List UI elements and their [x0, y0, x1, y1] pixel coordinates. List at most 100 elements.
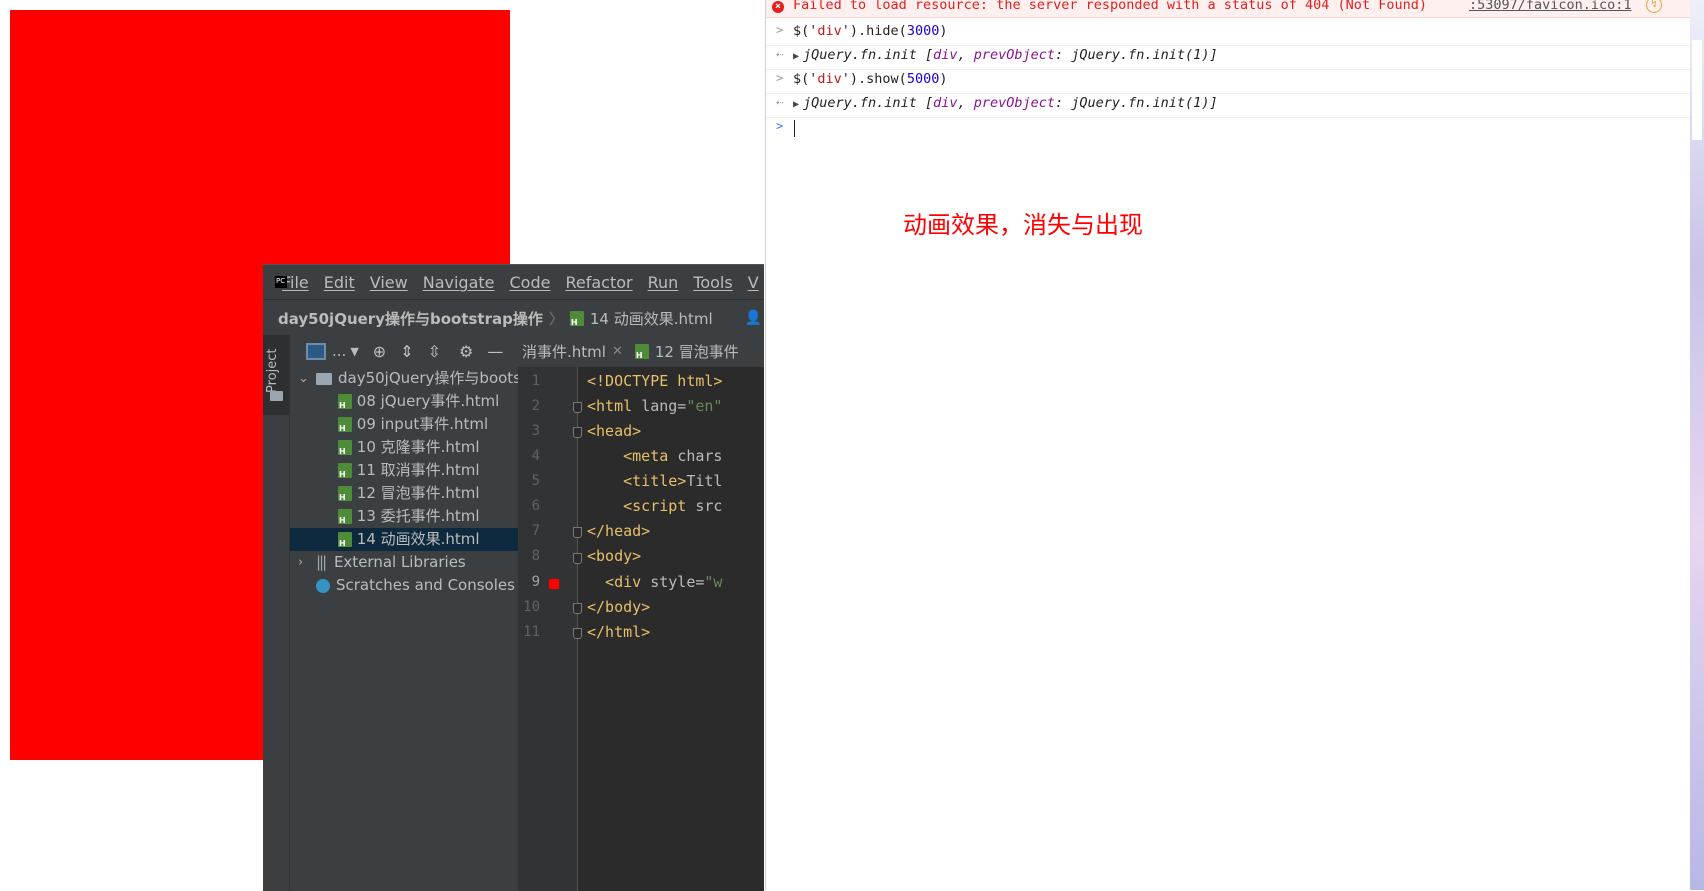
collapse-all-icon[interactable]: ⇳	[428, 342, 441, 361]
code-tag: <title>	[587, 472, 687, 490]
tree-file-label: 10 克隆事件.html	[356, 438, 480, 456]
breadcrumb-project[interactable]: day50jQuery操作与bootstrap操作	[278, 308, 543, 329]
breadcrumb-file[interactable]: 14 动画效果.html	[590, 308, 713, 329]
chevron-right-icon[interactable]: ›	[298, 551, 303, 574]
code-tag: <head>	[587, 422, 642, 440]
line-number: 8	[531, 548, 540, 564]
cmd-part: $('	[793, 71, 818, 87]
menu-run[interactable]: Run	[648, 273, 679, 292]
user-icon[interactable]: 👤	[745, 310, 762, 326]
console-result-row: ⇠ ▶ jQuery.fn.init [div, prevObject: jQue…	[766, 93, 1701, 118]
breadcrumb: day50jQuery操作与bootstrap操作 〉 14 动画效果.html…	[263, 299, 764, 337]
code-tag: <meta	[587, 447, 678, 465]
code-line: <script src	[587, 497, 722, 515]
expand-triangle-icon[interactable]: ▶	[793, 99, 799, 110]
html-file-icon	[338, 394, 352, 410]
project-view-icon[interactable]	[306, 342, 326, 360]
editor-tabs: 消事件.html ✕ 12 冒泡事件	[518, 335, 764, 367]
console-result-row: ⇠ ▶ jQuery.fn.init [div, prevObject: jQue…	[766, 45, 1701, 70]
console-result[interactable]: ▶ jQuery.fn.init [div, prevObject: jQuery…	[793, 95, 1218, 111]
code-line: <meta chars	[587, 447, 722, 465]
issue-badge-icon[interactable]: ↯	[1646, 0, 1662, 13]
tree-root-label: day50jQuery操作与bootstr	[338, 369, 518, 387]
line-number: 6	[531, 498, 540, 514]
tree-file-label: 12 冒泡事件.html	[356, 484, 480, 502]
tree-external-libraries[interactable]: › ||| External Libraries	[290, 551, 518, 574]
code-editor[interactable]: <!DOCTYPE html> <html lang="en" <head> <…	[578, 367, 764, 891]
external-libraries-label: External Libraries	[333, 553, 466, 571]
tree-file[interactable]: 12 冒泡事件.html	[290, 482, 518, 505]
expand-triangle-icon[interactable]: ▶	[793, 51, 799, 62]
code-tag: <body>	[587, 547, 642, 565]
code-line: <!DOCTYPE html>	[587, 372, 722, 390]
gear-icon[interactable]: ⚙	[459, 342, 473, 361]
folder-icon	[270, 391, 283, 401]
breadcrumb-separator-icon: 〉	[548, 309, 564, 328]
chevron-right-icon: >	[776, 23, 784, 37]
view-dropdown[interactable]: ...	[332, 342, 346, 360]
error-icon: ×	[772, 1, 784, 13]
code-tag: <html	[587, 397, 642, 415]
tree-file[interactable]: 10 克隆事件.html	[290, 436, 518, 459]
locate-icon[interactable]: ⊕	[373, 342, 386, 361]
cmd-part: )	[939, 23, 948, 39]
devtools-console: × Failed to load resource: the server re…	[765, 0, 1701, 890]
html-file-icon	[634, 343, 649, 360]
console-error-row: × Failed to load resource: the server re…	[766, 0, 1701, 18]
tab-11[interactable]: 消事件.html	[522, 341, 606, 362]
html-file-icon	[338, 440, 352, 456]
code-text: Titl	[686, 472, 723, 490]
tree-file-selected[interactable]: 14 动画效果.html	[290, 528, 518, 551]
result-part: ,	[957, 95, 974, 111]
cmd-part: ').show(	[841, 71, 907, 87]
chevron-down-icon[interactable]: ⌄	[298, 367, 309, 390]
tree-file[interactable]: 13 委托事件.html	[290, 505, 518, 528]
error-message: Failed to load resource: the server resp…	[793, 0, 1427, 13]
project-panel: ... ▼ ⊕ ⇕ ⇳ ⚙ — ⌄ day50jQuery操作与bootstr …	[290, 335, 518, 891]
desktop-background-edge	[1690, 0, 1704, 890]
menu-view[interactable]: View	[370, 273, 408, 292]
return-arrow-icon: ⇠	[776, 47, 784, 61]
tree-file[interactable]: 09 input事件.html	[290, 413, 518, 436]
tree-file[interactable]: 11 取消事件.html	[290, 459, 518, 482]
html-file-icon	[338, 463, 352, 479]
tab-12[interactable]: 12 冒泡事件	[655, 341, 739, 362]
console-result[interactable]: ▶ jQuery.fn.init [div, prevObject: jQuery…	[793, 47, 1218, 63]
menu-refactor[interactable]: Refactor	[565, 273, 632, 292]
tree-root-folder[interactable]: ⌄ day50jQuery操作与bootstr	[290, 367, 518, 390]
tree-file[interactable]: 08 jQuery事件.html	[290, 390, 518, 413]
line-number: 5	[531, 473, 540, 489]
project-tab-label: Project	[265, 348, 280, 393]
close-icon[interactable]: ✕	[612, 344, 623, 359]
console-input-row: > $('div').hide(3000)	[766, 21, 1701, 46]
html-file-icon	[338, 486, 352, 502]
line-number: 11	[523, 624, 540, 640]
chevron-down-icon[interactable]: ▼	[350, 345, 358, 358]
result-part: : jQuery.fn.init(1)]	[1055, 47, 1218, 63]
menu-edit[interactable]: Edit	[324, 273, 355, 292]
code-string: "en"	[686, 397, 723, 415]
text-caret	[794, 120, 795, 137]
hide-icon[interactable]: —	[487, 342, 503, 361]
menu-tools[interactable]: Tools	[693, 273, 732, 292]
project-tool-tab[interactable]: Project	[263, 335, 289, 415]
menu-vcs[interactable]: V	[748, 273, 759, 292]
html-file-icon	[338, 509, 352, 525]
menu-code[interactable]: Code	[510, 273, 551, 292]
tree-scratches[interactable]: Scratches and Consoles	[290, 574, 518, 597]
tree-file-label: 14 动画效果.html	[356, 530, 480, 548]
tree-file-label: 09 input事件.html	[356, 415, 489, 433]
html-file-icon	[338, 417, 352, 433]
library-icon: |||	[316, 553, 327, 571]
color-swatch-icon[interactable]	[549, 579, 559, 589]
error-source-link[interactable]: :53097/favicon.ico:1	[1469, 0, 1632, 13]
chevron-right-icon: >	[776, 71, 784, 85]
cmd-string: div	[817, 23, 842, 39]
code-tag: </html>	[587, 623, 651, 641]
console-prompt-row[interactable]: >	[766, 117, 1701, 141]
console-input-row: > $('div').show(5000)	[766, 69, 1701, 94]
line-number: 2	[531, 398, 540, 414]
menu-navigate[interactable]: Navigate	[423, 273, 495, 292]
expand-all-icon[interactable]: ⇕	[400, 342, 413, 361]
code-line: <title>Titl	[587, 472, 722, 490]
